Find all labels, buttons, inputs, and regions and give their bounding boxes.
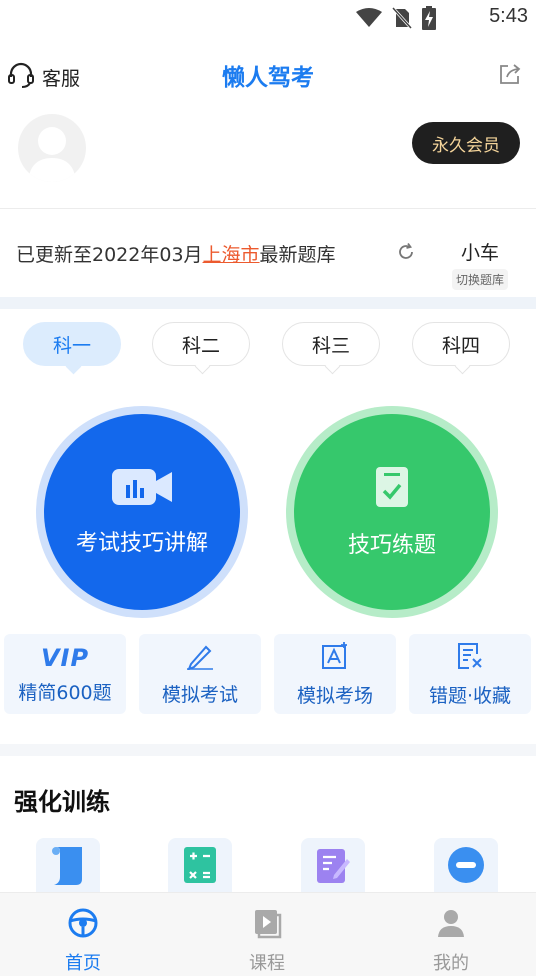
steering-wheel-icon [33,905,133,941]
status-bar: 5:43 [0,0,536,36]
bottom-navigation: 首页 课程 我的 [0,892,536,976]
mock-exam-button[interactable]: 模拟考试 [139,634,261,714]
user-icon [401,905,501,941]
training-item-4[interactable] [434,838,498,896]
wrong-answers-favorites-button[interactable]: 错题·收藏 [409,634,531,714]
share-icon [498,64,522,90]
wrong-answers-icon [455,641,485,675]
scroll-icon [48,843,88,891]
refresh-icon [396,242,416,266]
mock-exam-room-button[interactable]: 模拟考场 [274,634,396,714]
training-item-2[interactable] [168,838,232,896]
refresh-button[interactable] [396,242,416,266]
tab-subject-1[interactable]: 科一 [23,322,121,366]
checklist-icon [374,465,410,515]
edit-note-icon [314,845,352,889]
vip-badge[interactable]: 永久会员 [412,122,520,164]
avatar[interactable] [18,114,86,182]
nav-course-label: 课程 [249,953,285,974]
tab-subject-3[interactable]: 科三 [282,322,380,366]
share-button[interactable] [498,62,522,90]
switch-bank-label: 切换题库 [451,269,508,290]
course-video-icon [217,905,317,941]
video-camera-icon [110,467,174,513]
streamlined-600-button[interactable]: VIP 精简600题 [4,634,126,714]
top-bar: 客服 懒人驾考 [0,52,536,98]
status-icons [356,6,436,34]
question-bank-update-text: 已更新至2022年03月上海市最新题库 [16,240,336,267]
wifi-icon [356,8,382,32]
nav-home[interactable]: 首页 [33,905,133,975]
tips-practice-button[interactable]: 技巧练题 [294,414,490,610]
nav-course[interactable]: 课程 [217,905,317,975]
training-item-3[interactable] [301,838,365,896]
tips-practice-label: 技巧练题 [347,533,436,558]
car-type-label: 小车 [460,242,499,264]
tab-subject-2[interactable]: 科二 [152,322,250,366]
clock: 5:43 [489,5,528,27]
wrong-answers-favorites-label: 错题·收藏 [428,684,512,707]
intensive-training-title: 强化训练 [14,788,110,816]
switch-question-bank-button[interactable]: 小车 切换题库 [444,238,516,290]
section-gap [0,744,536,756]
nav-mine-label: 我的 [433,953,469,974]
mock-exam-room-label: 模拟考场 [296,684,373,707]
update-prefix: 已更新至2022年03月 [16,244,203,266]
section-gap [0,297,536,309]
exam-paper-icon [320,641,350,675]
no-sim-icon [391,6,413,33]
streamlined-600-label: 精简600题 [18,681,112,704]
exam-tips-button[interactable]: 考试技巧讲解 [44,414,240,610]
nav-mine[interactable]: 我的 [401,905,501,975]
nav-home-label: 首页 [65,953,101,974]
minus-circle-icon [446,845,486,889]
battery-charging-icon [422,6,436,34]
vip-icon: VIP [40,643,90,672]
app-title: 懒人驾考 [222,65,314,91]
city-link[interactable]: 上海市 [203,244,260,266]
exam-tips-label: 考试技巧讲解 [75,531,208,556]
calculator-icon [182,845,218,889]
tab-subject-4[interactable]: 科四 [412,322,510,366]
mock-exam-label: 模拟考试 [161,683,238,706]
training-item-1[interactable] [36,838,100,896]
update-suffix: 最新题库 [259,244,336,266]
pencil-icon [185,642,215,674]
divider [0,208,536,209]
